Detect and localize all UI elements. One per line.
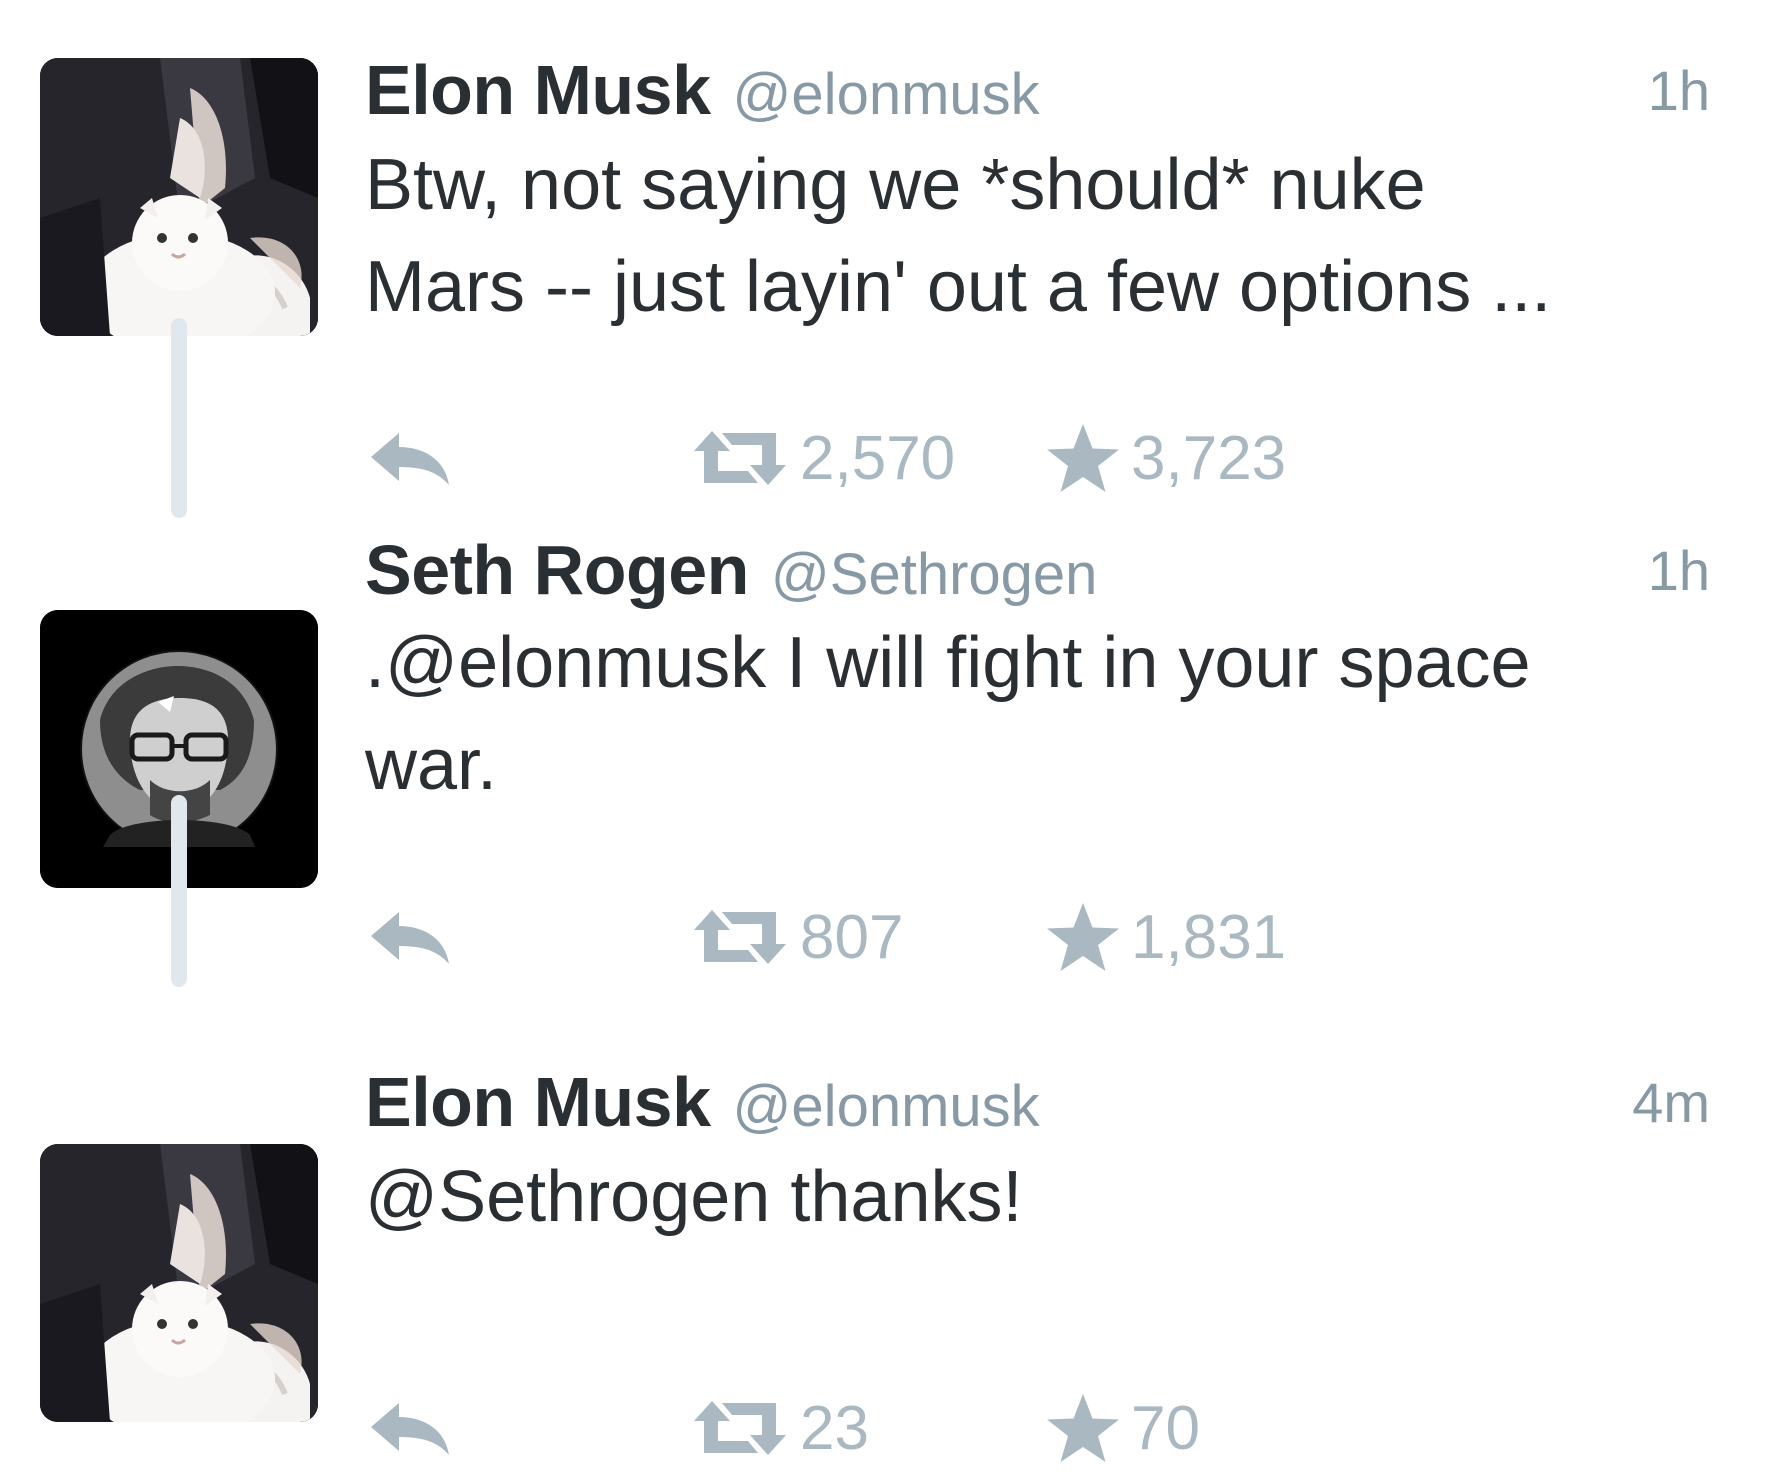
star-icon [1047, 1394, 1119, 1462]
elon-avatar-image [40, 58, 318, 336]
favorite-button[interactable]: 3,723 [1045, 418, 1286, 498]
favorite-button[interactable]: 1,831 [1045, 897, 1286, 977]
conversation-thread: Elon Musk @elonmusk 1h Btw, not saying we… [0, 0, 1782, 1475]
retweet-icon [694, 910, 786, 964]
retweet-icon [694, 1401, 786, 1455]
tweet-text-line: .@elonmusk I will fight in your space [365, 623, 1531, 703]
tweet-header: Elon Musk @elonmusk 1h [365, 50, 1746, 130]
tweet-header: Seth Rogen @Sethrogen 1h [365, 530, 1746, 610]
retweet-icon [694, 431, 786, 485]
favorite-count: 70 [1131, 1393, 1200, 1463]
favorite-count: 3,723 [1131, 423, 1287, 493]
retweet-count: 807 [800, 902, 904, 972]
tweet-text: Btw, not saying we *should* nuke Mars --… [365, 134, 1755, 338]
favorite-button[interactable]: 70 [1045, 1388, 1200, 1468]
retweet-button[interactable]: 2,570 [690, 418, 955, 498]
retweet-button[interactable]: 23 [690, 1388, 869, 1468]
reply-icon [371, 912, 449, 964]
tweet-text-line: war. [365, 725, 498, 805]
tweet-header: Elon Musk @elonmusk 4m [365, 1062, 1746, 1142]
username-handle[interactable]: @elonmusk [733, 62, 1040, 127]
tweet-actions: 2,570 3,723 [365, 418, 1465, 498]
tweet-text-line: Mars -- just layin' out a few options ..… [365, 247, 1552, 327]
display-name[interactable]: Elon Musk [365, 51, 711, 129]
thread-connector [171, 318, 187, 518]
tweet-text: @Sethrogen thanks! [365, 1146, 1755, 1248]
elon-avatar-image [40, 1144, 318, 1422]
star-icon [1047, 903, 1119, 971]
retweet-count: 23 [800, 1393, 869, 1463]
timestamp[interactable]: 4m [1632, 1070, 1710, 1135]
reply-icon [371, 1403, 449, 1455]
tweet-text-line: @Sethrogen thanks! [365, 1157, 1023, 1237]
avatar-elon-musk[interactable] [40, 58, 318, 336]
display-name[interactable]: Elon Musk [365, 1063, 711, 1141]
tweet-actions: 23 70 [365, 1388, 1465, 1468]
favorite-count: 1,831 [1131, 902, 1287, 972]
reply-icon [371, 433, 449, 485]
timestamp[interactable]: 1h [1648, 538, 1710, 603]
thread-connector [171, 795, 187, 987]
username-handle[interactable]: @elonmusk [733, 1074, 1040, 1139]
retweet-count: 2,570 [800, 423, 956, 493]
avatar-elon-musk[interactable] [40, 1144, 318, 1422]
retweet-button[interactable]: 807 [690, 897, 903, 977]
username-handle[interactable]: @Sethrogen [771, 542, 1098, 607]
timestamp[interactable]: 1h [1648, 58, 1710, 123]
tweet-text: .@elonmusk I will fight in your space wa… [365, 612, 1755, 816]
reply-button[interactable] [365, 897, 453, 977]
reply-button[interactable] [365, 418, 453, 498]
star-icon [1047, 424, 1119, 492]
tweet-text-line: Btw, not saying we *should* nuke [365, 145, 1426, 225]
tweet-actions: 807 1,831 [365, 897, 1465, 977]
display-name[interactable]: Seth Rogen [365, 531, 749, 609]
reply-button[interactable] [365, 1388, 453, 1468]
